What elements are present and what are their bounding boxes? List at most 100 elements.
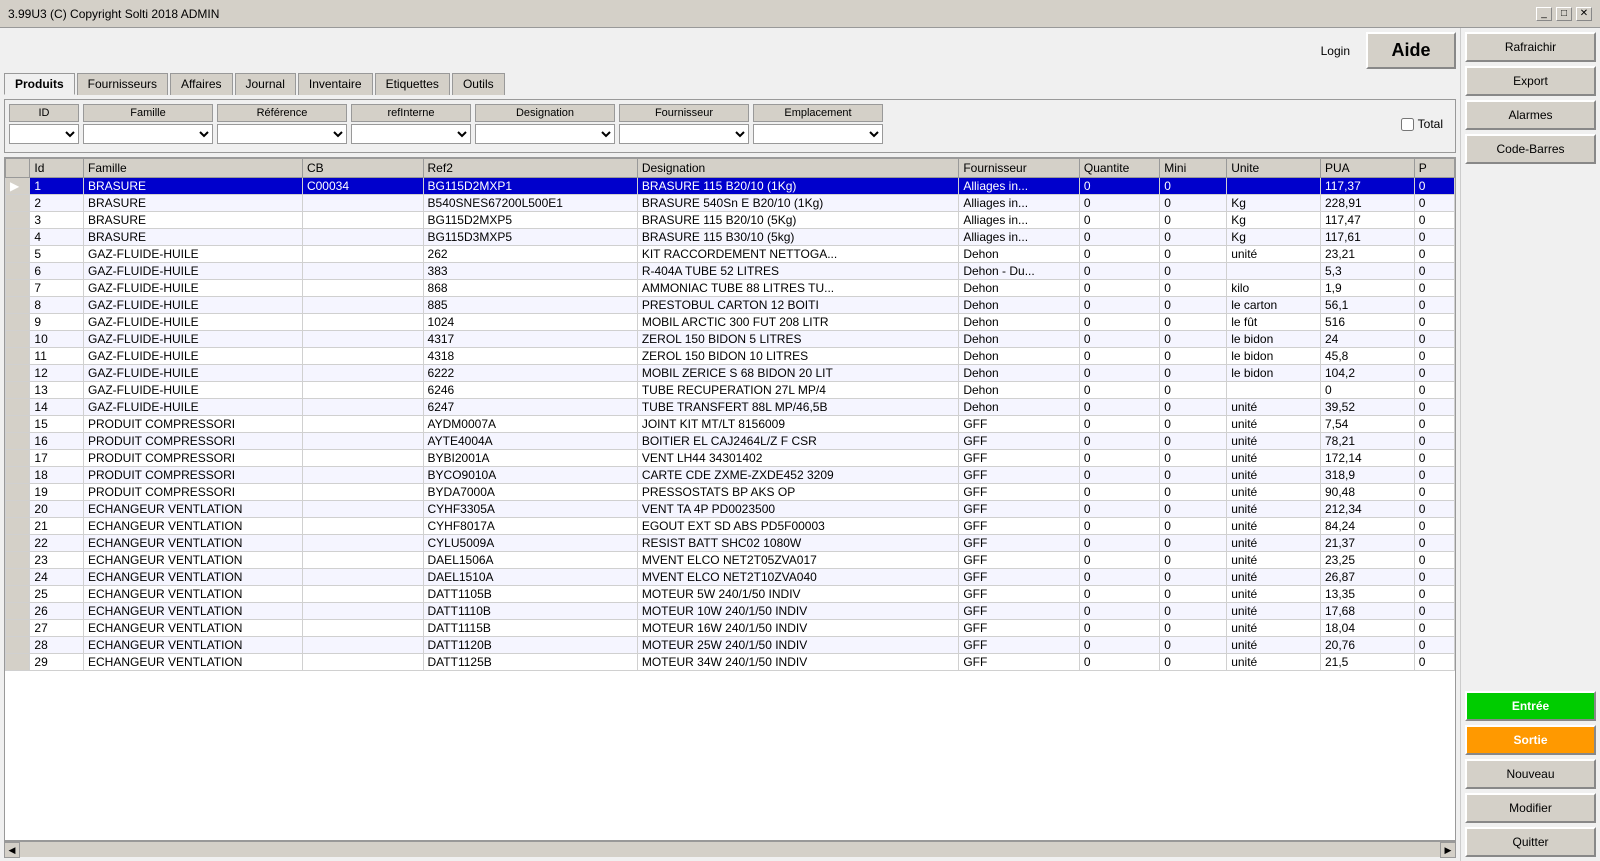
- cell-quantite: 0: [1079, 637, 1159, 654]
- cell-fournisseur: Alliages in...: [959, 212, 1080, 229]
- table-row[interactable]: 22ECHANGEUR VENTLATIONCYLU5009ARESIST BA…: [6, 535, 1455, 552]
- filter-emplacement-select[interactable]: [753, 124, 883, 144]
- table-row[interactable]: 8GAZ-FLUIDE-HUILE885PRESTOBUL CARTON 12 …: [6, 297, 1455, 314]
- table-row[interactable]: 25ECHANGEUR VENTLATIONDATT1105BMOTEUR 5W…: [6, 586, 1455, 603]
- cell-ref2: DAEL1506A: [423, 552, 637, 569]
- cell-p: 0: [1414, 399, 1454, 416]
- total-label: Total: [1418, 117, 1443, 131]
- cell-id: 15: [30, 416, 84, 433]
- nouveau-button[interactable]: Nouveau: [1465, 759, 1596, 789]
- cell-mini: 0: [1160, 382, 1227, 399]
- table-row[interactable]: 3BRASUREBG115D2MXP5BRASURE 115 B20/10 (5…: [6, 212, 1455, 229]
- filter-refinterne: refInterne: [351, 104, 471, 144]
- filter-reference-select[interactable]: [217, 124, 347, 144]
- cell-fournisseur: Dehon: [959, 314, 1080, 331]
- maximize-button[interactable]: □: [1556, 7, 1572, 21]
- table-row[interactable]: 7GAZ-FLUIDE-HUILE868AMMONIAC TUBE 88 LIT…: [6, 280, 1455, 297]
- cell-cb: [302, 484, 423, 501]
- filter-refinterne-select[interactable]: [351, 124, 471, 144]
- code-barres-button[interactable]: Code-Barres: [1465, 134, 1596, 164]
- table-row[interactable]: 15PRODUIT COMPRESSORIAYDM0007AJOINT KIT …: [6, 416, 1455, 433]
- cell-fournisseur: Alliages in...: [959, 195, 1080, 212]
- table-row[interactable]: 5GAZ-FLUIDE-HUILE262KIT RACCORDEMENT NET…: [6, 246, 1455, 263]
- cell-famille: PRODUIT COMPRESSORI: [84, 433, 303, 450]
- alarmes-button[interactable]: Alarmes: [1465, 100, 1596, 130]
- cell-ref2: CYHF8017A: [423, 518, 637, 535]
- table-row[interactable]: 23ECHANGEUR VENTLATIONDAEL1506AMVENT ELC…: [6, 552, 1455, 569]
- scroll-left-button[interactable]: ◀: [4, 842, 20, 858]
- table-row[interactable]: 2BRASUREB540SNES67200L500E1BRASURE 540Sn…: [6, 195, 1455, 212]
- cell-quantite: 0: [1079, 280, 1159, 297]
- entree-button[interactable]: Entrée: [1465, 691, 1596, 721]
- table-row[interactable]: 6GAZ-FLUIDE-HUILE383R-404A TUBE 52 LITRE…: [6, 263, 1455, 280]
- filter-famille-select[interactable]: [83, 124, 213, 144]
- table-row[interactable]: 12GAZ-FLUIDE-HUILE6222MOBIL ZERICE S 68 …: [6, 365, 1455, 382]
- cell-famille: GAZ-FLUIDE-HUILE: [84, 399, 303, 416]
- table-row[interactable]: 26ECHANGEUR VENTLATIONDATT1110BMOTEUR 10…: [6, 603, 1455, 620]
- minimize-button[interactable]: _: [1536, 7, 1552, 21]
- tab-journal[interactable]: Journal: [235, 73, 296, 95]
- aide-button[interactable]: Aide: [1366, 32, 1456, 69]
- table-row[interactable]: 28ECHANGEUR VENTLATIONDATT1120BMOTEUR 25…: [6, 637, 1455, 654]
- data-table-container[interactable]: Id Famille CB Ref2 Designation Fournisse…: [4, 157, 1456, 841]
- close-button[interactable]: ✕: [1576, 7, 1592, 21]
- table-row[interactable]: 16PRODUIT COMPRESSORIAYTE4004ABOITIER EL…: [6, 433, 1455, 450]
- sortie-button[interactable]: Sortie: [1465, 725, 1596, 755]
- filter-designation-select[interactable]: [475, 124, 615, 144]
- col-p[interactable]: P: [1414, 159, 1454, 178]
- table-row[interactable]: 29ECHANGEUR VENTLATIONDATT1125BMOTEUR 34…: [6, 654, 1455, 671]
- col-id[interactable]: Id: [30, 159, 84, 178]
- tab-fournisseurs[interactable]: Fournisseurs: [77, 73, 168, 95]
- cell-unite: unité: [1227, 467, 1321, 484]
- tab-affaires[interactable]: Affaires: [170, 73, 232, 95]
- table-row[interactable]: 9GAZ-FLUIDE-HUILE1024MOBIL ARCTIC 300 FU…: [6, 314, 1455, 331]
- col-ref2[interactable]: Ref2: [423, 159, 637, 178]
- tab-outils[interactable]: Outils: [452, 73, 505, 95]
- table-row[interactable]: 21ECHANGEUR VENTLATIONCYHF8017AEGOUT EXT…: [6, 518, 1455, 535]
- cell-famille: PRODUIT COMPRESSORI: [84, 416, 303, 433]
- tab-inventaire[interactable]: Inventaire: [298, 73, 373, 95]
- table-row[interactable]: 20ECHANGEUR VENTLATIONCYHF3305AVENT TA 4…: [6, 501, 1455, 518]
- filter-id-select[interactable]: [9, 124, 79, 144]
- modifier-button[interactable]: Modifier: [1465, 793, 1596, 823]
- col-designation[interactable]: Designation: [637, 159, 958, 178]
- col-fournisseur[interactable]: Fournisseur: [959, 159, 1080, 178]
- total-checkbox[interactable]: [1401, 118, 1414, 131]
- export-button[interactable]: Export: [1465, 66, 1596, 96]
- col-unite[interactable]: Unite: [1227, 159, 1321, 178]
- col-pua[interactable]: PUA: [1320, 159, 1414, 178]
- col-quantite[interactable]: Quantite: [1079, 159, 1159, 178]
- quitter-button[interactable]: Quitter: [1465, 827, 1596, 857]
- cell-ref2: AYDM0007A: [423, 416, 637, 433]
- col-cb[interactable]: CB: [302, 159, 423, 178]
- cell-cb: [302, 620, 423, 637]
- cell-cb: [302, 467, 423, 484]
- col-mini[interactable]: Mini: [1160, 159, 1227, 178]
- table-row[interactable]: 27ECHANGEUR VENTLATIONDATT1115BMOTEUR 16…: [6, 620, 1455, 637]
- table-row[interactable]: 11GAZ-FLUIDE-HUILE4318ZEROL 150 BIDON 10…: [6, 348, 1455, 365]
- rafraichir-button[interactable]: Rafraichir: [1465, 32, 1596, 62]
- table-row[interactable]: 14GAZ-FLUIDE-HUILE6247TUBE TRANSFERT 88L…: [6, 399, 1455, 416]
- tab-produits[interactable]: Produits: [4, 73, 75, 95]
- table-row[interactable]: 24ECHANGEUR VENTLATIONDAEL1510AMVENT ELC…: [6, 569, 1455, 586]
- col-famille[interactable]: Famille: [84, 159, 303, 178]
- row-indicator: [6, 637, 30, 654]
- table-row[interactable]: 19PRODUIT COMPRESSORIBYDA7000APRESSOSTAT…: [6, 484, 1455, 501]
- cell-id: 7: [30, 280, 84, 297]
- table-row[interactable]: ▶1BRASUREC00034BG115D2MXP1BRASURE 115 B2…: [6, 178, 1455, 195]
- filter-fournisseur-select[interactable]: [619, 124, 749, 144]
- cell-ref2: DATT1125B: [423, 654, 637, 671]
- scroll-right-button[interactable]: ▶: [1440, 842, 1456, 858]
- table-row[interactable]: 10GAZ-FLUIDE-HUILE4317ZEROL 150 BIDON 5 …: [6, 331, 1455, 348]
- cell-pua: 212,34: [1320, 501, 1414, 518]
- table-row[interactable]: 18PRODUIT COMPRESSORIBYCO9010ACARTE CDE …: [6, 467, 1455, 484]
- cell-designation: ZEROL 150 BIDON 5 LITRES: [637, 331, 958, 348]
- table-row[interactable]: 4BRASUREBG115D3MXP5BRASURE 115 B30/10 (5…: [6, 229, 1455, 246]
- cell-fournisseur: GFF: [959, 620, 1080, 637]
- cell-pua: 104,2: [1320, 365, 1414, 382]
- cell-cb: [302, 212, 423, 229]
- cell-cb: [302, 416, 423, 433]
- tab-etiquettes[interactable]: Etiquettes: [375, 73, 450, 95]
- table-row[interactable]: 17PRODUIT COMPRESSORIBYBI2001AVENT LH44 …: [6, 450, 1455, 467]
- table-row[interactable]: 13GAZ-FLUIDE-HUILE6246TUBE RECUPERATION …: [6, 382, 1455, 399]
